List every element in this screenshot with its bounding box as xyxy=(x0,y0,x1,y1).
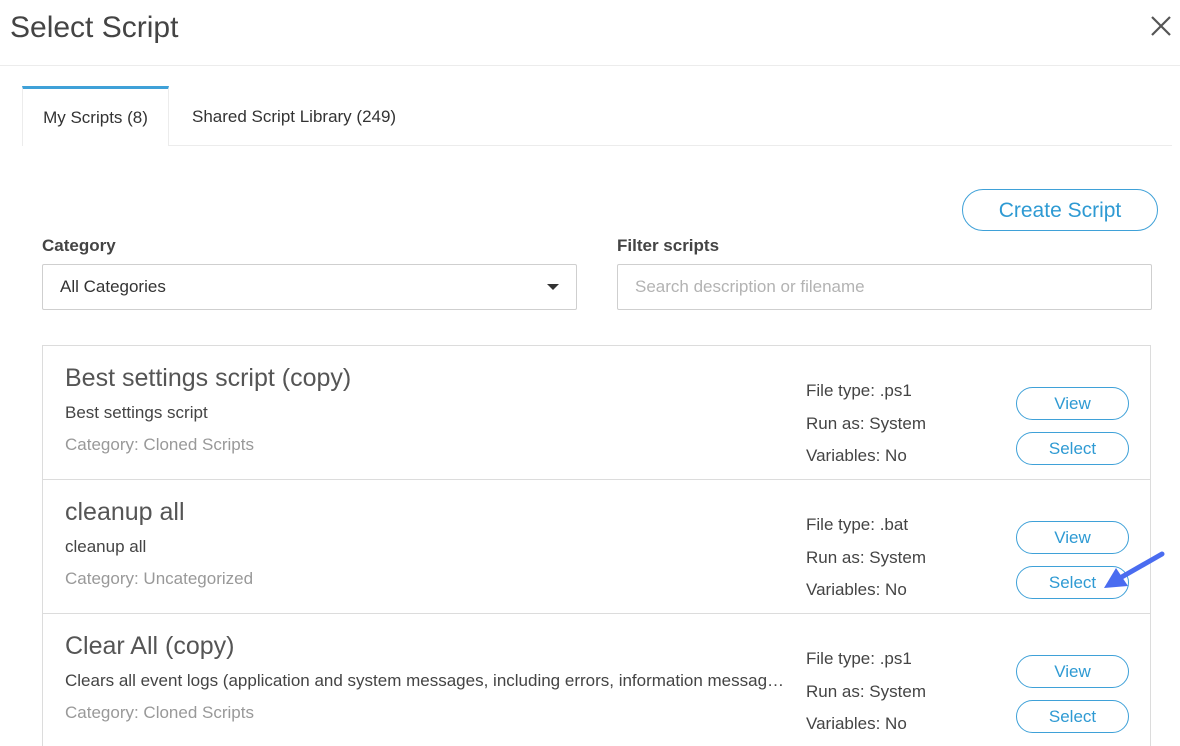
script-title: Clear All (copy) xyxy=(65,632,235,660)
script-variables: Variables: No xyxy=(806,714,907,733)
list-item: Best settings script (copy) Best setting… xyxy=(43,346,1150,480)
list-item: cleanup all cleanup all Category: Uncate… xyxy=(43,480,1150,614)
category-select[interactable]: All Categories xyxy=(42,264,577,310)
script-variables: Variables: No xyxy=(806,580,907,599)
select-script-dialog: Select Script My Scripts (8) Shared Scri… xyxy=(0,0,1180,746)
script-description: Best settings script xyxy=(65,403,208,422)
filter-scripts-label: Filter scripts xyxy=(617,236,720,255)
script-title: Best settings script (copy) xyxy=(65,364,352,392)
tab-my-scripts[interactable]: My Scripts (8) xyxy=(22,86,169,146)
script-category: Category: Cloned Scripts xyxy=(65,435,254,454)
script-run-as: Run as: System xyxy=(806,548,926,567)
script-file-type: File type: .bat xyxy=(806,515,909,534)
select-button[interactable]: Select xyxy=(1016,432,1129,465)
dialog-title: Select Script xyxy=(10,11,179,44)
view-button[interactable]: View xyxy=(1016,387,1129,420)
close-icon[interactable] xyxy=(1147,12,1175,40)
script-description: cleanup all xyxy=(65,537,147,556)
view-button[interactable]: View xyxy=(1016,521,1129,554)
script-file-type: File type: .ps1 xyxy=(806,649,912,668)
script-list: Best settings script (copy) Best setting… xyxy=(42,345,1151,746)
tab-shared-script-library[interactable]: Shared Script Library (249) xyxy=(192,86,396,145)
script-run-as: Run as: System xyxy=(806,414,926,433)
view-button[interactable]: View xyxy=(1016,655,1129,688)
category-label: Category xyxy=(42,236,116,255)
tab-bar: My Scripts (8) Shared Script Library (24… xyxy=(22,86,1172,146)
dialog-header: Select Script xyxy=(0,0,1180,66)
script-file-type: File type: .ps1 xyxy=(806,381,912,400)
script-run-as: Run as: System xyxy=(806,682,926,701)
script-category: Category: Cloned Scripts xyxy=(65,703,254,722)
filter-scripts-input[interactable] xyxy=(617,264,1152,310)
list-item: Clear All (copy) Clears all event logs (… xyxy=(43,614,1150,746)
script-category: Category: Uncategorized xyxy=(65,569,254,588)
select-button[interactable]: Select xyxy=(1016,566,1129,599)
category-select-value: All Categories xyxy=(60,277,166,296)
caret-down-icon xyxy=(547,284,559,290)
select-button[interactable]: Select xyxy=(1016,700,1129,733)
script-title: cleanup all xyxy=(65,498,185,526)
script-description: Clears all event logs (application and s… xyxy=(65,671,785,690)
script-variables: Variables: No xyxy=(806,446,907,465)
create-script-button[interactable]: Create Script xyxy=(962,189,1158,231)
